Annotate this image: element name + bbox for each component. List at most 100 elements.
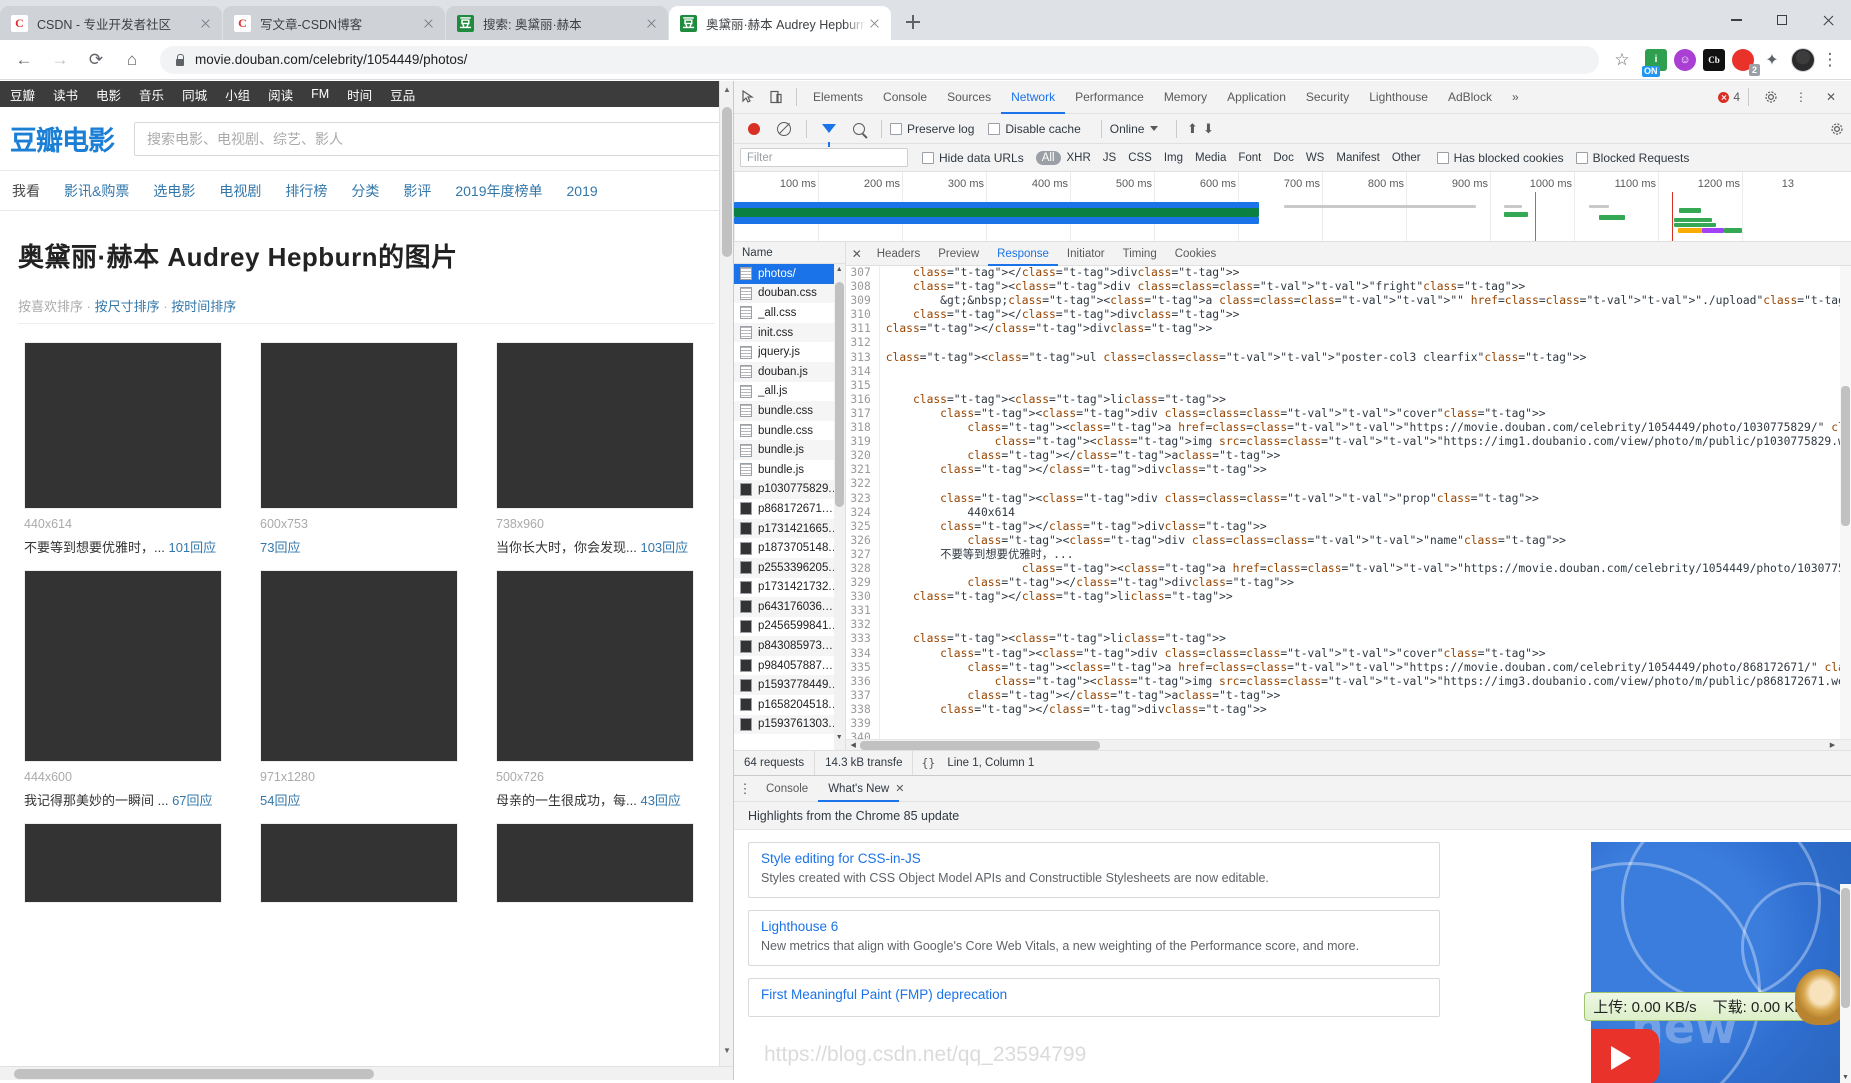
resource-type-css[interactable]: CSS (1122, 151, 1158, 165)
scroll-down-arrow[interactable]: ▼ (834, 734, 845, 748)
request-row[interactable]: p868172671.webp (734, 499, 845, 519)
devtools-menu-icon[interactable]: ⋮ (1787, 83, 1815, 111)
blocked-requests-checkbox[interactable]: Blocked Requests (1575, 151, 1689, 165)
youtube-play-icon[interactable] (1591, 1029, 1659, 1083)
new-tab-button[interactable] (898, 7, 928, 37)
global-nav-city[interactable]: 同城 (182, 85, 207, 104)
card-title[interactable]: Lighthouse 6 (761, 919, 1427, 934)
tab-console[interactable]: Console (873, 81, 937, 114)
emoji-extension-icon[interactable]: ☺ (1674, 48, 1696, 71)
network-overview-timeline[interactable]: 100 ms 200 ms 300 ms 400 ms 500 ms 600 m… (734, 172, 1851, 242)
resource-type-xhr[interactable]: XHR (1061, 151, 1097, 165)
card-title[interactable]: Style editing for CSS-in-JS (761, 851, 1427, 866)
bookmark-star-icon[interactable]: ☆ (1607, 50, 1637, 70)
photo-replies-link[interactable]: 67回应 (172, 793, 212, 808)
sort-by-time[interactable]: 按时间排序 (171, 299, 236, 314)
export-har-icon[interactable]: ⬇ (1201, 121, 1215, 137)
global-nav-douban[interactable]: 豆瓣 (10, 85, 35, 104)
photo-cell[interactable]: 971x1280 54回应 (260, 570, 458, 809)
photo-replies-link[interactable]: 103回应 (640, 540, 688, 555)
tab-sources[interactable]: Sources (937, 81, 1001, 114)
whats-new-card[interactable]: First Meaningful Paint (FMP) deprecation (748, 978, 1440, 1017)
subnav-item-mine[interactable]: 我看 (12, 181, 40, 201)
disable-cache-checkbox[interactable]: Disable cache (988, 122, 1081, 136)
import-har-icon[interactable]: ⬆ (1185, 121, 1199, 137)
request-row[interactable]: bundle.js (734, 440, 845, 460)
tab-security[interactable]: Security (1296, 81, 1359, 114)
drawer-scrollbar[interactable]: ▼ (1840, 884, 1851, 1083)
devtools-close-icon[interactable]: ✕ (1817, 83, 1845, 111)
tab-close-icon[interactable] (420, 15, 437, 32)
subnav-item-2019-list[interactable]: 2019年度榜单 (455, 181, 542, 201)
global-nav-shop[interactable]: 豆品 (390, 85, 415, 104)
clear-icon[interactable] (770, 115, 798, 143)
resource-type-manifest[interactable]: Manifest (1330, 151, 1385, 165)
subnav-item-pick[interactable]: 选电影 (153, 181, 195, 201)
chrome-menu-icon[interactable]: ⋮ (1817, 51, 1843, 68)
search-input[interactable]: 搜索电影、电视剧、综艺、影人 (134, 121, 723, 156)
home-button[interactable]: ⌂ (116, 44, 148, 76)
card-title[interactable]: First Meaningful Paint (FMP) deprecation (761, 987, 1427, 1002)
detail-close-icon[interactable]: ✕ (846, 247, 868, 261)
scroll-up-arrow[interactable]: ▲ (720, 85, 733, 101)
detail-tab-initiator[interactable]: Initiator (1058, 242, 1114, 266)
scrollbar-thumb[interactable] (1841, 386, 1850, 526)
request-row[interactable]: _all.css (734, 303, 845, 323)
photo-replies-link[interactable]: 54回应 (260, 793, 300, 808)
request-row[interactable]: init.css (734, 322, 845, 343)
resource-type-font[interactable]: Font (1232, 151, 1267, 165)
global-nav-movie[interactable]: 电影 (96, 85, 121, 104)
tab-network[interactable]: Network (1001, 81, 1065, 114)
subnav-item-category[interactable]: 分类 (351, 181, 379, 201)
more-panels-icon[interactable]: » (1502, 81, 1529, 114)
tab-performance[interactable]: Performance (1065, 81, 1154, 114)
tab-adblock[interactable]: AdBlock (1438, 81, 1502, 114)
subnav-item-review[interactable]: 影评 (403, 181, 431, 201)
request-row[interactable]: _all.js (734, 382, 845, 402)
browser-tab-4-active[interactable]: 豆 奥黛丽·赫本 Audrey Hepburn 图 (669, 6, 891, 40)
resource-type-other[interactable]: Other (1386, 151, 1427, 165)
gear-icon[interactable] (1757, 83, 1785, 111)
resource-type-img[interactable]: Img (1158, 151, 1189, 165)
error-count-badge[interactable]: 4 (1718, 90, 1740, 104)
scroll-up-arrow[interactable]: ▲ (834, 266, 845, 280)
search-icon[interactable] (845, 115, 873, 143)
photo-replies-link[interactable]: 73回应 (260, 540, 300, 555)
resource-type-ws[interactable]: WS (1300, 151, 1331, 165)
photo-cell[interactable]: 500x726 母亲的一生很成功，每... 43回应 (496, 570, 694, 809)
code-horizontal-scrollbar[interactable]: ◀ ▶ (845, 739, 1851, 750)
photo-thumbnail[interactable] (260, 342, 458, 509)
address-bar[interactable]: movie.douban.com/celebrity/1054449/photo… (160, 45, 1599, 74)
request-row[interactable]: p843085973.webp (734, 636, 845, 656)
detail-tab-cookies[interactable]: Cookies (1166, 242, 1226, 266)
scroll-right-arrow[interactable]: ▶ (1826, 741, 1839, 749)
global-nav-music[interactable]: 音乐 (139, 85, 164, 104)
browser-tab-3[interactable]: 豆 搜索: 奥黛丽·赫本 (446, 6, 668, 40)
photo-cell[interactable]: 738x960 当你长大时，你会发现... 103回应 (496, 342, 694, 556)
scrollbar-thumb[interactable] (859, 741, 1100, 750)
scrollbar-thumb[interactable] (14, 1069, 374, 1079)
photo-thumbnail[interactable] (260, 570, 458, 762)
page-vertical-scrollbar[interactable]: ▲ ▼ (719, 81, 733, 1080)
photo-thumbnail[interactable] (24, 342, 222, 509)
tab-close-icon[interactable] (866, 15, 883, 32)
request-row[interactable]: p1873705148.webp (734, 538, 845, 558)
scrollbar-thumb[interactable] (722, 107, 732, 257)
tab-close-icon[interactable] (197, 15, 214, 32)
browser-tab-2[interactable]: C 写文章-CSDN博客 (223, 6, 445, 40)
forward-button[interactable]: → (44, 44, 76, 76)
has-blocked-cookies-checkbox[interactable]: Has blocked cookies (1436, 151, 1564, 165)
detail-tab-headers[interactable]: Headers (868, 242, 929, 266)
photo-cell[interactable] (496, 823, 694, 903)
page-horizontal-scrollbar[interactable] (0, 1066, 733, 1080)
request-row[interactable]: p2456599841.webp (734, 617, 845, 637)
pretty-print-icon[interactable]: {} (913, 756, 943, 770)
record-icon[interactable] (740, 115, 768, 143)
global-nav-group[interactable]: 小组 (225, 85, 250, 104)
photo-replies-link[interactable]: 101回应 (168, 540, 216, 555)
resource-type-media[interactable]: Media (1189, 151, 1232, 165)
scrollbar-thumb[interactable] (1841, 888, 1850, 1008)
photo-cell[interactable] (24, 823, 222, 903)
subnav-item-chart[interactable]: 排行榜 (285, 181, 327, 201)
tab-lighthouse[interactable]: Lighthouse (1359, 81, 1438, 114)
